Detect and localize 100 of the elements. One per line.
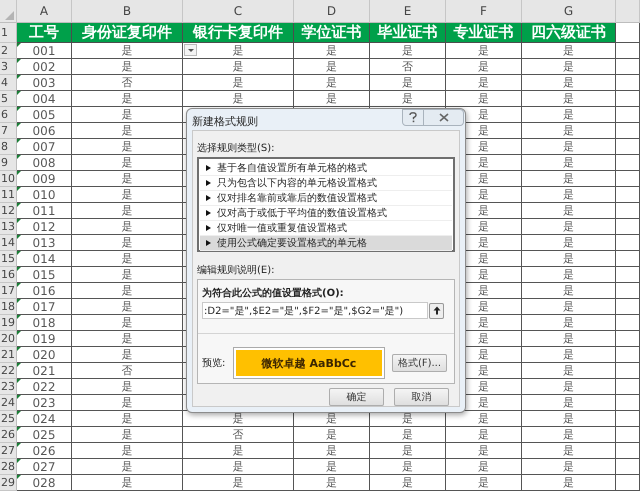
column-header[interactable]: A	[17, 0, 72, 23]
corner-triangle-icon	[17, 443, 21, 447]
corner-triangle-icon	[17, 43, 21, 47]
table-cell: 019	[32, 332, 56, 346]
row-header[interactable]: 8	[0, 139, 17, 155]
row-header[interactable]: 28	[0, 459, 17, 475]
row-header[interactable]: 7	[0, 123, 17, 139]
rule-type-label: 选择规则类型(S):	[197, 142, 276, 154]
row-header[interactable]: 12	[0, 203, 17, 219]
list-item[interactable]: 基于各自值设置所有单元格的格式	[200, 161, 452, 176]
corner-triangle-icon	[17, 459, 21, 463]
table-cell: 是	[522, 395, 616, 411]
table-cell: 是	[446, 91, 522, 107]
row-header[interactable]: 11	[0, 187, 17, 203]
table-cell	[616, 363, 640, 379]
row-header[interactable]: 10	[0, 171, 17, 187]
corner-triangle-icon	[17, 299, 21, 303]
table-cell: 001	[32, 44, 56, 58]
table-cell: 是	[72, 107, 183, 123]
table-cell	[616, 347, 640, 363]
corner-triangle-icon	[17, 347, 21, 351]
preview-label: 预览:	[202, 357, 226, 370]
dialog-button[interactable]: 取消	[394, 388, 449, 406]
formula-field[interactable]: :D2="是",$E2="是",$F2="是",$G2="是")	[202, 302, 428, 319]
table-cell: 023	[32, 396, 56, 410]
row-header[interactable]: 17	[0, 283, 17, 299]
table-header-cell: 工号	[17, 23, 72, 43]
row-header[interactable]: 18	[0, 299, 17, 315]
row-header[interactable]: 25	[0, 411, 17, 427]
column-header[interactable]: G	[522, 0, 616, 23]
table-cell: 是	[294, 91, 370, 107]
table-cell: 002	[32, 60, 56, 74]
table-cell: 011	[32, 204, 56, 218]
row-header[interactable]: 15	[0, 251, 17, 267]
table-cell: 是	[522, 155, 616, 171]
row-header[interactable]: 22	[0, 363, 17, 379]
column-header[interactable]: B	[72, 0, 183, 23]
row-header[interactable]: 26	[0, 427, 17, 443]
row-header[interactable]: 29	[0, 475, 17, 491]
list-item[interactable]: 只为包含以下内容的单元格设置格式	[200, 176, 452, 191]
table-cell	[616, 43, 640, 59]
close-icon	[438, 113, 448, 122]
table-cell: 是	[446, 459, 522, 475]
row-header[interactable]: 16	[0, 267, 17, 283]
collapse-button[interactable]	[429, 302, 444, 318]
row-header[interactable]: 13	[0, 219, 17, 235]
list-item[interactable]: 仅对排名靠前或靠后的数值设置格式	[200, 191, 452, 206]
window-title: 新建格式规则	[192, 114, 258, 129]
table-cell: 是	[522, 459, 616, 475]
table-cell: 020	[32, 348, 56, 362]
corner-triangle-icon	[17, 411, 21, 415]
table-cell: 是	[522, 475, 616, 491]
row-header[interactable]: 14	[0, 235, 17, 251]
row-header[interactable]: 21	[0, 347, 17, 363]
table-cell	[616, 139, 640, 155]
triangle-icon	[206, 180, 211, 186]
table-cell	[616, 203, 640, 219]
row-header[interactable]: 3	[0, 59, 17, 75]
table-cell	[616, 91, 640, 107]
corner-triangle-icon	[17, 171, 21, 175]
row-header[interactable]: 9	[0, 155, 17, 171]
table-cell: 004	[32, 92, 56, 106]
table-cell: 是	[522, 171, 616, 187]
list-item[interactable]: 使用公式确定要设置格式的单元格	[200, 236, 452, 251]
row-header[interactable]: 6	[0, 107, 17, 123]
row-header[interactable]: 2	[0, 43, 17, 59]
table-cell: 是	[446, 43, 522, 59]
table-cell: 是	[522, 43, 616, 59]
help-button[interactable]	[402, 109, 424, 126]
column-header[interactable]: E	[370, 0, 446, 23]
corner-triangle-icon	[17, 363, 21, 367]
row-header[interactable]: 1	[0, 23, 17, 43]
table-cell: 005	[32, 108, 56, 122]
table-cell: 是	[522, 107, 616, 123]
table-cell: 是	[522, 267, 616, 283]
column-header[interactable]: F	[446, 0, 522, 23]
column-header[interactable]: C	[183, 0, 294, 23]
table-cell: 否	[72, 75, 183, 91]
corner-triangle-icon	[17, 475, 21, 479]
list-item[interactable]: 仅对高于或低于平均值的数值设置格式	[200, 206, 452, 221]
table-cell	[616, 107, 640, 123]
row-header[interactable]: 23	[0, 379, 17, 395]
format-button[interactable]: 格式(F)...	[392, 354, 447, 372]
table-cell: 024	[32, 412, 56, 426]
table-cell: 是	[183, 475, 294, 491]
table-cell: 是	[294, 459, 370, 475]
dialog-button[interactable]: 确定	[329, 388, 384, 406]
dropdown-button[interactable]	[184, 44, 197, 56]
table-cell	[616, 59, 640, 75]
table-cell: 否	[183, 427, 294, 443]
table-cell: 否	[370, 59, 446, 75]
row-header[interactable]: 20	[0, 331, 17, 347]
row-header[interactable]: 27	[0, 443, 17, 459]
row-header[interactable]: 24	[0, 395, 17, 411]
table-cell	[616, 155, 640, 171]
column-header[interactable]: D	[294, 0, 370, 23]
row-header[interactable]: 5	[0, 91, 17, 107]
close-button[interactable]	[424, 109, 464, 126]
row-header[interactable]: 4	[0, 75, 17, 91]
row-header[interactable]: 19	[0, 315, 17, 331]
